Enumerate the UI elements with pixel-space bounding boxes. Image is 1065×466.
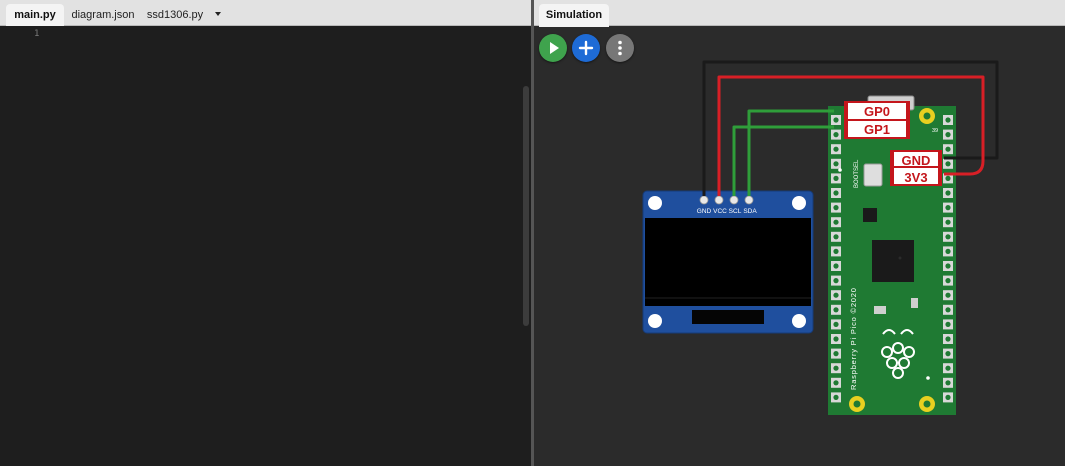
pico-pin-hole (945, 351, 951, 357)
wire-sda-green[interactable] (747, 109, 834, 196)
oled-ribbon (692, 310, 764, 324)
line-number-gutter: 1 (0, 26, 46, 466)
circuit-diagram: GND VCC SCL SDA BOOTSEL Raspberry Pi Pic… (642, 60, 999, 415)
simulation-canvas[interactable]: GND VCC SCL SDA BOOTSEL Raspberry Pi Pic… (534, 26, 1065, 466)
pico-pin-hole (833, 351, 839, 357)
pico-board-label: Raspberry Pi Pico ©2020 (849, 287, 858, 390)
pico-pin-hole (833, 321, 839, 327)
tabs-dropdown-icon[interactable] (212, 7, 224, 19)
pico-pin-hole (945, 146, 951, 152)
pico-pin-hole (945, 278, 951, 284)
pico-pin-hole (833, 380, 839, 386)
bootsel-button[interactable] (863, 163, 883, 187)
pico-pin-hole (833, 175, 839, 181)
oled-mount-hole (648, 196, 662, 210)
line-number: 1 (34, 29, 40, 39)
oled-pin-gnd[interactable] (699, 195, 709, 205)
pico-pin-hole (945, 117, 951, 123)
code-text-area[interactable] (52, 28, 512, 458)
oled-screen (645, 218, 811, 306)
simulation-pane: Simulation GND VCC SCL SDA BOOTSEL Raspb… (534, 0, 1065, 466)
pico-pin-hole (833, 146, 839, 152)
tab-diagram-json[interactable]: diagram.json (68, 4, 138, 26)
svg-text:3V3: 3V3 (904, 170, 927, 185)
editor-scrollbar-thumb[interactable] (523, 86, 529, 326)
oled-pin-label: SDA (743, 208, 757, 215)
oled-pin-sda[interactable] (744, 195, 754, 205)
tab-ssd1306-py[interactable]: ssd1306.py (144, 4, 206, 26)
pico-pin-hole (833, 248, 839, 254)
pico-pin-hole (945, 248, 951, 254)
pico-led (874, 306, 886, 314)
pico-pin-hole (833, 336, 839, 342)
oled-mount-hole (792, 314, 806, 328)
pico-pin-hole (945, 190, 951, 196)
pico-pin-hole (945, 263, 951, 269)
pico-pin-hole (945, 394, 951, 400)
pin-tag-gp1: GP1 (844, 119, 910, 139)
pico-pin-hole (945, 219, 951, 225)
pico-component (911, 298, 918, 308)
svg-text:GP0: GP0 (864, 104, 890, 119)
rp2040-chip (872, 240, 914, 282)
oled-pin-vcc[interactable] (714, 195, 724, 205)
pico-pin-hole (945, 307, 951, 313)
pico-component (863, 208, 877, 222)
pico-pin-hole (833, 292, 839, 298)
tab-main-py[interactable]: main.py (6, 4, 64, 27)
pico-pin-hole (833, 234, 839, 240)
bootsel-label: BOOTSEL (854, 159, 860, 188)
pin-tag-3v3: 3V3 (890, 166, 942, 186)
pico-pin-hole (833, 219, 839, 225)
pico-pin-hole (945, 234, 951, 240)
pico-pin-number: 39 (932, 128, 938, 134)
tab-simulation[interactable]: Simulation (539, 4, 609, 27)
oled-pin-scl[interactable] (729, 195, 739, 205)
pico-pin-hole (833, 161, 839, 167)
pico-pin-hole (833, 278, 839, 284)
code-editor-pane: main.py diagram.json ssd1306.py 1 (0, 0, 532, 466)
oled-pin-label: VCC (713, 208, 727, 215)
code-editor[interactable]: 1 (0, 26, 532, 466)
simulation-tab-bar: Simulation (534, 0, 1065, 27)
pico-pin-hole (945, 161, 951, 167)
pico-pin-hole (945, 132, 951, 138)
oled-display-module[interactable]: GND VCC SCL SDA (642, 190, 814, 334)
pico-pin-hole (945, 321, 951, 327)
pico-pin-hole (833, 205, 839, 211)
oled-pin-label: SCL (729, 208, 742, 215)
pico-pin-hole (945, 365, 951, 371)
pico-pin-hole (833, 263, 839, 269)
editor-tab-bar: main.py diagram.json ssd1306.py (0, 0, 532, 27)
pico-pin-hole (833, 190, 839, 196)
pico-pin-hole (833, 394, 839, 400)
pico-pin-hole (945, 205, 951, 211)
oled-mount-hole (648, 314, 662, 328)
pico-pin-hole (945, 336, 951, 342)
oled-pin-label: GND (697, 208, 712, 215)
pico-pin-hole (945, 175, 951, 181)
svg-text:GND: GND (902, 153, 931, 168)
pico-pin-hole (945, 292, 951, 298)
raspberry-pi-pico-board[interactable]: BOOTSEL Raspberry Pi Pico ©2020 39 (828, 95, 956, 415)
pico-pin-hole (833, 132, 839, 138)
svg-text:GP1: GP1 (864, 122, 890, 137)
pin-tag-gp0: GP0 (844, 101, 910, 121)
pico-pin-hole (833, 365, 839, 371)
oled-mount-hole (792, 196, 806, 210)
pico-pin-hole (945, 380, 951, 386)
pico-pin-hole (833, 117, 839, 123)
pico-pin-hole (833, 307, 839, 313)
